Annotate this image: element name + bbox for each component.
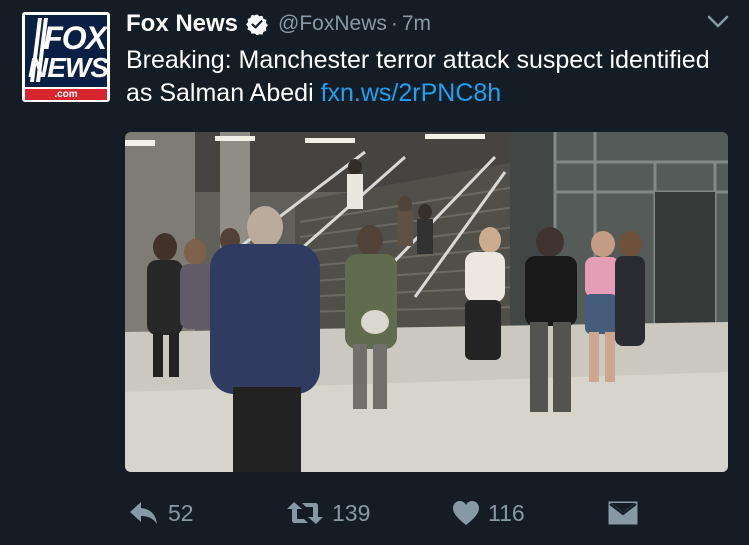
tweet-text: Breaking: Manchester terror attack suspe… [126,44,726,110]
tweet[interactable]: FOX NEWS .com Fox News @FoxNews · 7m Bre… [0,0,749,545]
media-image[interactable] [125,132,728,472]
reply-icon [130,502,157,524]
timestamp[interactable]: 7m [402,12,431,36]
retweet-icon [287,502,323,524]
reply-count: 52 [168,499,194,526]
logo-text-fox: FOX [43,20,107,56]
retweet-button[interactable]: 139 [286,496,370,530]
logo-text-com: .com [25,89,107,100]
media-scene [125,132,728,472]
like-count: 116 [488,499,525,526]
verified-badge-icon [246,14,268,35]
action-bar: 52 139 116 [126,496,746,530]
handle[interactable]: @FoxNews [278,12,387,36]
avatar[interactable]: FOX NEWS .com [22,12,110,102]
tweet-header: Fox News @FoxNews · 7m [126,10,431,38]
like-button[interactable]: 116 [452,496,525,530]
logo-text-news: NEWS [28,52,109,83]
display-name[interactable]: Fox News [126,10,238,38]
retweet-count: 139 [332,499,371,526]
reply-button[interactable]: 52 [128,496,194,530]
direct-message-button[interactable] [608,496,638,530]
separator-dot: · [390,12,398,35]
heart-icon [453,501,479,525]
chevron-down-icon[interactable] [706,14,730,30]
envelope-icon [608,501,638,525]
tweet-link[interactable]: fxn.ws/2rPNC8h [321,79,502,107]
